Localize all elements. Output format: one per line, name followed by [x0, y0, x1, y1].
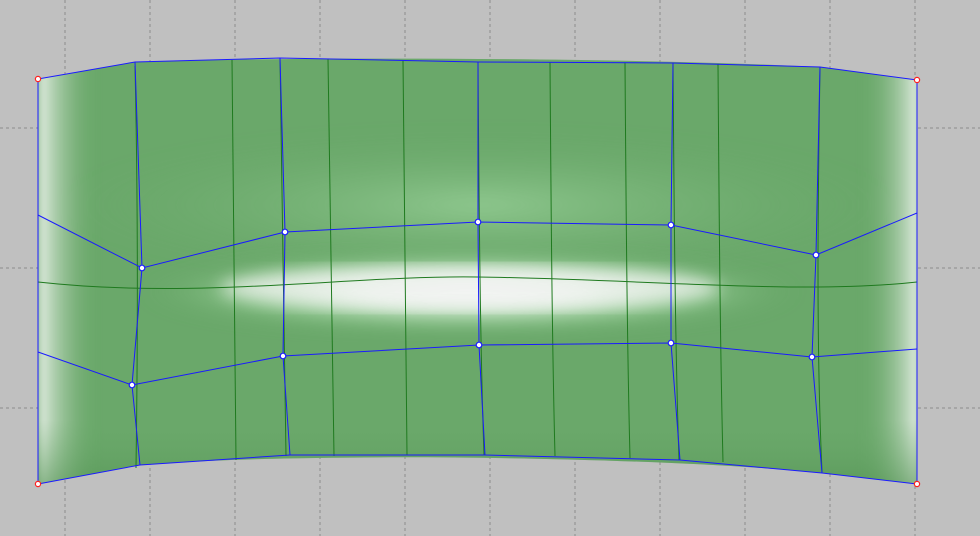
nurbs-surface[interactable]	[38, 58, 920, 490]
control-point-icon[interactable]	[812, 251, 820, 259]
corner-control-point-icon[interactable]	[913, 76, 921, 84]
control-point-icon[interactable]	[475, 341, 483, 349]
viewport-canvas[interactable]	[0, 0, 980, 536]
control-point-icon[interactable]	[138, 264, 146, 272]
control-point-icon[interactable]	[474, 218, 482, 226]
control-point-icon[interactable]	[667, 221, 675, 229]
control-point-icon[interactable]	[667, 339, 675, 347]
3d-viewport[interactable]	[0, 0, 980, 536]
corner-control-point-icon[interactable]	[913, 480, 921, 488]
corner-control-point-icon[interactable]	[34, 480, 42, 488]
control-point-icon[interactable]	[279, 352, 287, 360]
control-point-icon[interactable]	[808, 353, 816, 361]
control-point-icon[interactable]	[128, 381, 136, 389]
corner-control-point-icon[interactable]	[34, 75, 42, 83]
control-point-icon[interactable]	[281, 228, 289, 236]
